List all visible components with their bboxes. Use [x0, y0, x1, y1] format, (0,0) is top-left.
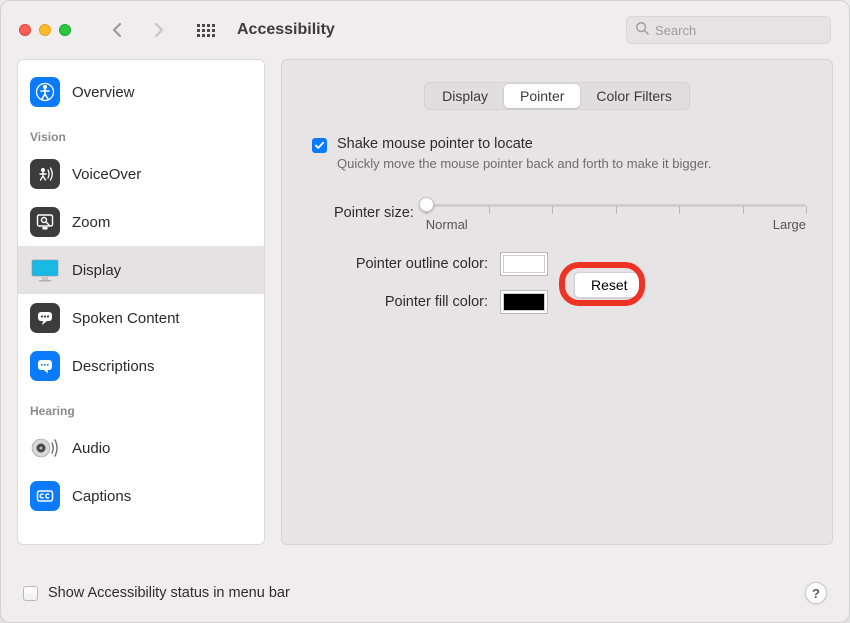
search-input[interactable] — [655, 23, 822, 38]
descriptions-icon — [30, 351, 60, 381]
sidebar-item-label: VoiceOver — [72, 166, 141, 183]
pointer-size-max: Large — [773, 217, 806, 232]
minimize-window-button[interactable] — [39, 24, 51, 36]
body: Overview Vision VoiceOver Zoom Displa — [1, 59, 849, 545]
system-prefs-window: Accessibility Overview Vision V — [0, 0, 850, 623]
sidebar-item-captions[interactable]: Captions — [18, 472, 264, 520]
sidebar-item-label: Spoken Content — [72, 310, 180, 327]
sidebar-item-label: Audio — [72, 440, 110, 457]
shake-pointer-checkbox[interactable] — [312, 138, 327, 153]
zoom-window-button[interactable] — [59, 24, 71, 36]
sidebar-item-zoom[interactable]: Zoom — [18, 198, 264, 246]
sidebar-item-label: Display — [72, 262, 121, 279]
sidebar-section-vision: Vision — [18, 116, 264, 150]
overview-icon — [30, 77, 60, 107]
fill-color-well[interactable] — [500, 290, 548, 314]
help-button[interactable]: ? — [805, 582, 827, 604]
fill-color-row: Pointer fill color: — [308, 290, 806, 314]
pointer-size-label: Pointer size: — [334, 205, 414, 221]
search-field-wrapper[interactable] — [626, 16, 831, 44]
close-window-button[interactable] — [19, 24, 31, 36]
sidebar-item-voiceover[interactable]: VoiceOver — [18, 150, 264, 198]
footer: Show Accessibility status in menu bar ? — [1, 564, 849, 622]
sidebar-item-label: Overview — [72, 84, 135, 101]
outline-color-row: Pointer outline color: — [308, 252, 806, 276]
audio-icon — [30, 433, 60, 463]
outline-color-well[interactable] — [500, 252, 548, 276]
tab-color-filters[interactable]: Color Filters — [580, 84, 687, 108]
reset-button[interactable]: Reset — [574, 272, 645, 298]
sidebar-item-overview[interactable]: Overview — [18, 68, 264, 116]
display-icon — [30, 255, 60, 285]
window-title: Accessibility — [237, 21, 335, 39]
voiceover-icon — [30, 159, 60, 189]
shake-pointer-description: Quickly move the mouse pointer back and … — [337, 155, 711, 173]
sidebar-section-hearing: Hearing — [18, 390, 264, 424]
pointer-size-slider[interactable]: Normal Large — [426, 195, 806, 232]
sidebar: Overview Vision VoiceOver Zoom Displa — [17, 59, 265, 545]
search-icon — [635, 21, 649, 40]
sidebar-item-label: Descriptions — [72, 358, 155, 375]
spoken-content-icon — [30, 303, 60, 333]
content-pane: Display Pointer Color Filters Shake mous… — [281, 59, 833, 545]
pointer-size-row: Pointer size: Normal — [334, 195, 806, 232]
tab-bar: Display Pointer Color Filters — [424, 82, 690, 110]
sidebar-item-label: Captions — [72, 488, 131, 505]
shake-pointer-label: Shake mouse pointer to locate — [337, 136, 711, 152]
sidebar-item-label: Zoom — [72, 214, 110, 231]
shake-pointer-row: Shake mouse pointer to locate Quickly mo… — [312, 136, 806, 173]
sidebar-item-audio[interactable]: Audio — [18, 424, 264, 472]
show-all-prefs-button[interactable] — [191, 15, 221, 45]
sidebar-item-descriptions[interactable]: Descriptions — [18, 342, 264, 390]
sidebar-item-display[interactable]: Display — [18, 246, 264, 294]
window-controls — [19, 24, 71, 36]
captions-icon — [30, 481, 60, 511]
status-menu-label: Show Accessibility status in menu bar — [48, 585, 290, 601]
slider-knob[interactable] — [419, 197, 434, 212]
outline-color-label: Pointer outline color: — [308, 256, 488, 272]
fill-color-label: Pointer fill color: — [308, 294, 488, 310]
sidebar-item-spoken-content[interactable]: Spoken Content — [18, 294, 264, 342]
status-menu-checkbox[interactable] — [23, 586, 38, 601]
pointer-size-min: Normal — [426, 217, 468, 232]
tab-pointer[interactable]: Pointer — [504, 84, 580, 108]
toolbar: Accessibility — [1, 1, 849, 59]
back-button[interactable] — [103, 15, 133, 45]
tab-display[interactable]: Display — [426, 84, 504, 108]
zoom-icon — [30, 207, 60, 237]
forward-button[interactable] — [143, 15, 173, 45]
